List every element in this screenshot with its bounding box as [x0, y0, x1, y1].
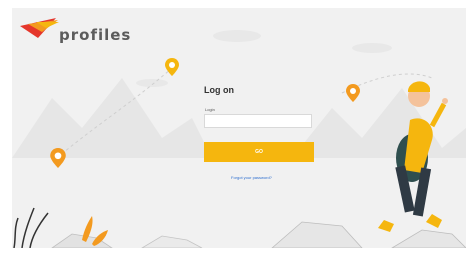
- login-title: Log on: [204, 85, 234, 95]
- login-input[interactable]: [204, 114, 312, 128]
- brand-logo: profiles: [18, 14, 138, 48]
- logo-mark-icon: [20, 18, 59, 38]
- mountain-left: [12, 78, 212, 158]
- location-pin-icon: [346, 84, 360, 102]
- go-button[interactable]: GO: [204, 142, 314, 162]
- rock-3: [271, 221, 363, 248]
- location-pin-icon: [165, 58, 179, 76]
- login-screen: profiles Log on Login GO Forgot your pas…: [12, 8, 466, 248]
- rock-4: [391, 229, 466, 248]
- login-label: Login: [205, 107, 215, 112]
- forgot-password-link[interactable]: Forgot your password?: [231, 175, 272, 180]
- location-pin-icon: [50, 148, 66, 168]
- rock-2: [141, 235, 203, 248]
- brand-name: profiles: [59, 26, 132, 44]
- mountain-right: [292, 88, 466, 158]
